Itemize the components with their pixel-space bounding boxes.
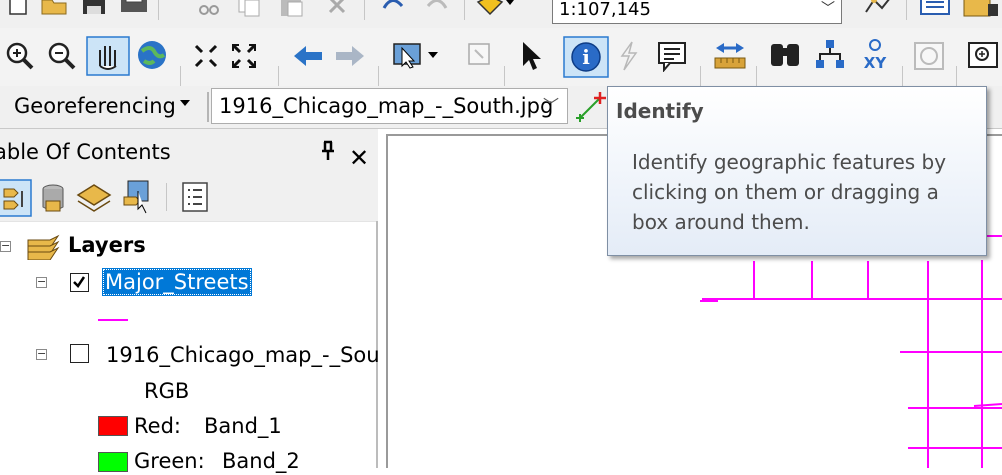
- add-control-points-icon[interactable]: [574, 88, 608, 122]
- hyperlink-icon[interactable]: [616, 40, 642, 72]
- chevron-down-icon[interactable]: ﹀: [821, 0, 835, 20]
- tools-toolbar: i XY: [0, 28, 1002, 100]
- map-scale-combo[interactable]: 1:107,145 ﹀: [552, 0, 842, 24]
- add-data-icon[interactable]: [474, 0, 518, 18]
- tooltip-title: Identify: [616, 99, 704, 123]
- chicago-map-visibility-checkbox[interactable]: [70, 344, 89, 363]
- table-of-contents-window-icon[interactable]: [918, 0, 952, 18]
- print-icon[interactable]: [118, 0, 150, 18]
- find-icon[interactable]: [768, 40, 802, 70]
- measure-icon[interactable]: [712, 40, 748, 72]
- time-slider-icon[interactable]: [912, 40, 946, 72]
- green-band-value: Band_2: [222, 449, 300, 473]
- delete-icon[interactable]: [326, 0, 350, 18]
- list-by-drawing-order-icon[interactable]: [0, 179, 32, 217]
- toolbar-grip: [207, 92, 209, 122]
- major-streets-collapse-toggle[interactable]: −: [36, 276, 47, 288]
- zoom-in-icon[interactable]: [4, 41, 38, 71]
- fixed-zoom-out-icon[interactable]: [230, 42, 258, 70]
- line-symbol[interactable]: [98, 319, 128, 321]
- clear-selection-icon[interactable]: [466, 40, 494, 70]
- identify-icon[interactable]: i: [563, 36, 609, 78]
- layers-group-label[interactable]: Layers: [68, 231, 146, 259]
- chevron-down-icon[interactable]: ﹀: [543, 89, 559, 123]
- save-icon[interactable]: [80, 0, 108, 18]
- georeferencing-menu[interactable]: Georeferencing: [14, 92, 176, 120]
- find-route-icon[interactable]: [812, 38, 848, 72]
- undo-icon[interactable]: [378, 0, 408, 18]
- viewer-window-icon[interactable]: [966, 40, 1002, 72]
- list-by-visibility-icon[interactable]: [76, 181, 112, 215]
- map-scale-value: 1:107,145: [559, 0, 651, 20]
- cut-icon[interactable]: [196, 0, 222, 18]
- toc-toolbar: [0, 175, 378, 222]
- table-of-contents-panel: able Of Contents ✕ − Layers − Major_Stre…: [0, 129, 380, 473]
- green-channel-label: Green:: [134, 449, 205, 473]
- svg-text:XY: XY: [864, 54, 888, 72]
- red-band-value: Band_1: [204, 414, 282, 438]
- toc-header: able Of Contents ✕: [0, 129, 378, 175]
- select-features-icon[interactable]: [390, 40, 446, 70]
- pan-icon[interactable]: [86, 36, 130, 76]
- georef-layer-combo[interactable]: 1916_Chicago_map_-_South.jpg ﹀: [211, 88, 568, 124]
- tooltip-description: Identify geographic features by clicking…: [632, 150, 947, 234]
- identify-tooltip: Identify Identify geographic features by…: [607, 86, 987, 256]
- select-elements-icon[interactable]: [518, 40, 544, 72]
- options-icon[interactable]: [180, 181, 210, 215]
- redo-icon[interactable]: [422, 0, 452, 18]
- chicago-map-collapse-toggle[interactable]: −: [36, 348, 47, 360]
- zoom-out-icon[interactable]: [46, 41, 80, 71]
- georef-layer-value: 1916_Chicago_map_-_South.jpg: [219, 94, 554, 118]
- full-extent-icon[interactable]: [136, 39, 170, 71]
- list-by-selection-icon[interactable]: [120, 179, 156, 217]
- forward-extent-icon[interactable]: [332, 44, 366, 68]
- red-band-swatch[interactable]: [98, 416, 128, 436]
- go-to-xy-icon[interactable]: XY: [858, 38, 892, 74]
- open-folder-icon[interactable]: [40, 0, 70, 18]
- fixed-zoom-in-icon[interactable]: [192, 42, 220, 70]
- html-popup-icon[interactable]: [656, 40, 688, 72]
- layers-group-icon: [27, 234, 60, 260]
- georeferencing-menu-label: Georeferencing: [14, 94, 176, 118]
- red-channel-label: Red:: [134, 414, 181, 438]
- list-by-source-icon[interactable]: [38, 181, 68, 215]
- catalog-window-icon[interactable]: [960, 0, 1000, 18]
- back-extent-icon[interactable]: [292, 44, 326, 68]
- editor-toolbar-icon[interactable]: [862, 0, 894, 18]
- svg-text:i: i: [582, 45, 590, 69]
- copy-icon[interactable]: [236, 0, 262, 18]
- major-streets-visibility-checkbox[interactable]: [70, 273, 89, 292]
- georeferencing-menu-arrow-icon[interactable]: [180, 100, 190, 106]
- paste-icon[interactable]: [278, 0, 306, 18]
- pin-icon[interactable]: [320, 140, 336, 162]
- new-document-icon[interactable]: [6, 0, 32, 18]
- rgb-label: RGB: [144, 379, 190, 403]
- major-streets-layer-label[interactable]: Major_Streets: [102, 268, 252, 296]
- green-band-swatch[interactable]: [98, 452, 128, 472]
- toc-title: able Of Contents: [0, 140, 171, 164]
- standard-toolbar: 1:107,145 ﹀: [0, 0, 1002, 29]
- chicago-map-layer-label[interactable]: 1916_Chicago_map_-_Sou: [106, 341, 380, 369]
- layers-collapse-toggle[interactable]: −: [0, 240, 11, 252]
